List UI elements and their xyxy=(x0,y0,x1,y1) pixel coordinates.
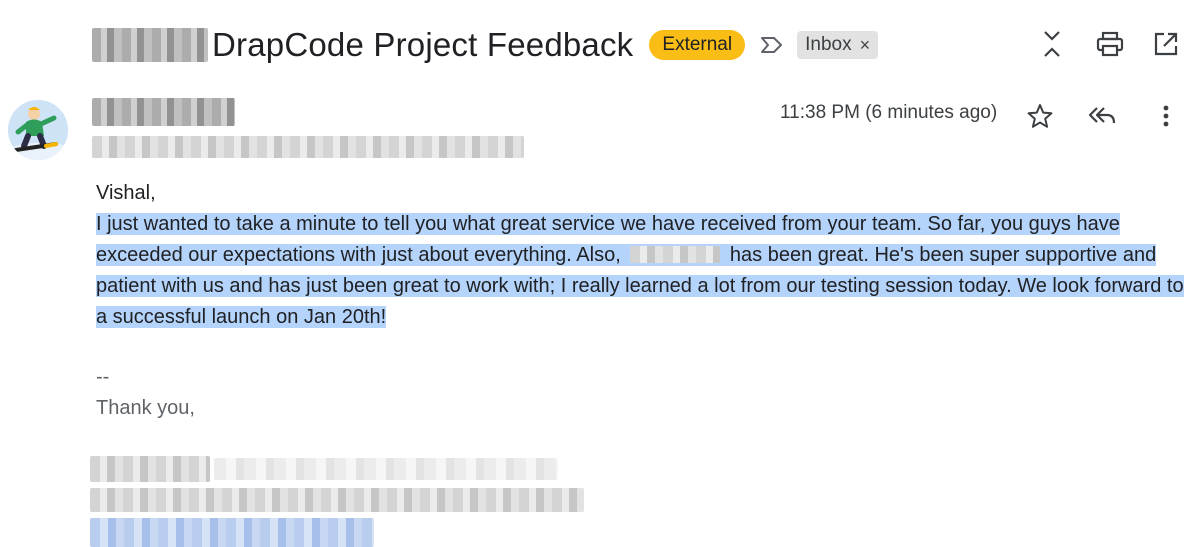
open-in-new-window-icon[interactable] xyxy=(1150,28,1182,60)
message-paragraph: I just wanted to take a minute to tell y… xyxy=(96,209,1191,333)
redacted-line xyxy=(90,456,210,482)
redacted-link[interactable] xyxy=(90,518,374,547)
expand-collapse-icon[interactable] xyxy=(1036,28,1068,60)
redacted-sender-email xyxy=(92,136,524,158)
greeting: Vishal, xyxy=(96,182,156,204)
redacted-subject-prefix xyxy=(92,28,208,62)
reply-all-icon[interactable] xyxy=(1086,100,1118,132)
important-marker-icon[interactable] xyxy=(759,33,785,57)
label-inbox-text: Inbox xyxy=(805,34,852,55)
signature-thanks: Thank you, xyxy=(96,397,195,419)
label-inbox[interactable]: Inbox × xyxy=(797,31,879,59)
subject-row: DrapCode Project Feedback External Inbox… xyxy=(92,22,879,68)
signature-separator: -- xyxy=(96,366,110,388)
print-icon[interactable] xyxy=(1094,28,1126,60)
star-icon[interactable] xyxy=(1024,100,1056,132)
message-body: Vishal, I just wanted to take a minute t… xyxy=(96,178,1191,333)
redacted-sender-name xyxy=(92,98,235,126)
external-badge: External xyxy=(649,30,746,60)
more-vert-icon[interactable] xyxy=(1150,100,1182,132)
avatar[interactable] xyxy=(8,100,68,160)
redacted-name xyxy=(630,246,721,263)
email-subject: DrapCode Project Feedback xyxy=(212,26,634,63)
message-timestamp: 11:38 PM (6 minutes ago) xyxy=(780,102,998,123)
redacted-line xyxy=(90,488,584,512)
remove-label-icon[interactable]: × xyxy=(860,35,871,56)
redacted-line xyxy=(214,458,558,480)
